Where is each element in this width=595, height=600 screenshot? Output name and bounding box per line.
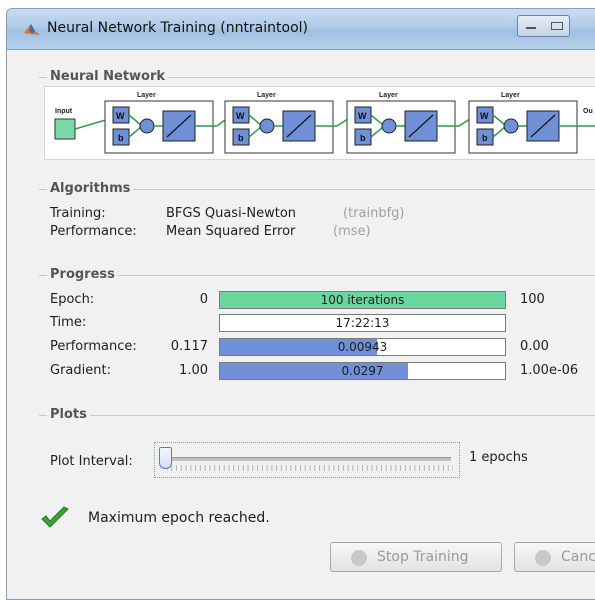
plot-interval-value: 1 epochs (469, 450, 528, 465)
network-diagram: Input Ou Layer Wb Layer Wb Layer Wb Layer Wb (44, 86, 595, 160)
progress-row-label: Epoch: (50, 292, 95, 307)
sum-node (259, 118, 275, 134)
sum-node (381, 118, 397, 134)
cancel-button[interactable]: Canc (514, 542, 595, 572)
maximize-icon (551, 22, 563, 30)
training-label: Training: (50, 206, 106, 221)
progress-bar-text: 0.00943 (337, 340, 388, 354)
layer-label: Layer (501, 92, 520, 99)
slider-track (167, 457, 451, 461)
plot-interval-label: Plot Interval: (50, 454, 133, 469)
training-value: BFGS Quasi-Newton (166, 206, 297, 221)
maximize-button[interactable] (543, 15, 570, 37)
connector-line (74, 118, 110, 130)
bias-label: b (118, 133, 124, 143)
plots-heading: Plots (47, 407, 90, 422)
group-divider (39, 275, 595, 276)
training-function: (trainbfg) (343, 206, 405, 221)
window-title: Neural Network Training (nntraintool) (47, 20, 308, 36)
bias-label: b (482, 133, 488, 143)
weight-label: W (116, 111, 125, 121)
group-divider (39, 415, 595, 416)
weight-label: W (236, 111, 245, 121)
sum-node (503, 118, 519, 134)
minimize-button[interactable] (517, 15, 545, 37)
title-bar[interactable]: Neural Network Training (nntraintool) (7, 9, 595, 50)
progress-start-value: 0.117 (170, 339, 208, 354)
slider-thumb[interactable] (159, 447, 172, 469)
progress-end-value: 1.00e-06 (520, 363, 579, 378)
layer-label: Layer (137, 92, 156, 99)
bias-label: b (238, 133, 244, 143)
performance-value: Mean Squared Error (166, 224, 296, 239)
stop-training-label: Stop Training (377, 549, 469, 565)
cancel-icon (535, 550, 551, 566)
progress-start-value: 0 (199, 292, 208, 307)
progress-bar-text: 17:22:13 (335, 316, 390, 330)
output-label: Ou (583, 108, 593, 115)
algorithms-heading: Algorithms (47, 181, 134, 196)
weight-label: W (480, 111, 489, 121)
matlab-logo-icon (24, 24, 40, 35)
progress-bar-text: 100 iterations (320, 293, 405, 307)
layer-label: Layer (257, 92, 276, 99)
status-message: Maximum epoch reached. (88, 510, 270, 526)
minimize-icon (526, 27, 536, 29)
stop-icon (351, 550, 367, 566)
cancel-label: Canc (561, 549, 595, 565)
progress-row-label: Performance: (50, 339, 137, 354)
neural-network-heading: Neural Network (47, 69, 169, 84)
slider-ticks (167, 465, 453, 471)
input-label: Input (55, 108, 73, 115)
progress-end-value: 100 (520, 292, 545, 307)
progress-row-label: Gradient: (50, 363, 111, 378)
stop-training-button[interactable]: Stop Training (330, 542, 502, 572)
performance-function: (mse) (333, 224, 371, 239)
progress-row-label: Time: (50, 315, 87, 330)
performance-label: Performance: (50, 224, 137, 239)
weight-label: W (358, 111, 367, 121)
sum-node (139, 118, 155, 134)
progress-end-value: 0.00 (520, 339, 549, 354)
plot-interval-slider[interactable] (154, 442, 460, 478)
progress-bar: 0.00943 (219, 338, 506, 356)
checkmark-icon (41, 506, 69, 528)
progress-bar: 0.0297 (219, 362, 506, 380)
progress-heading: Progress (47, 267, 118, 282)
input-node (54, 118, 76, 140)
layer-label: Layer (379, 92, 398, 99)
progress-bar: 100 iterations (219, 291, 506, 309)
bias-label: b (360, 133, 366, 143)
progress-bar: 17:22:13 (219, 314, 506, 332)
progress-start-value: 1.00 (179, 363, 208, 378)
progress-bar-text: 0.0297 (341, 364, 384, 378)
